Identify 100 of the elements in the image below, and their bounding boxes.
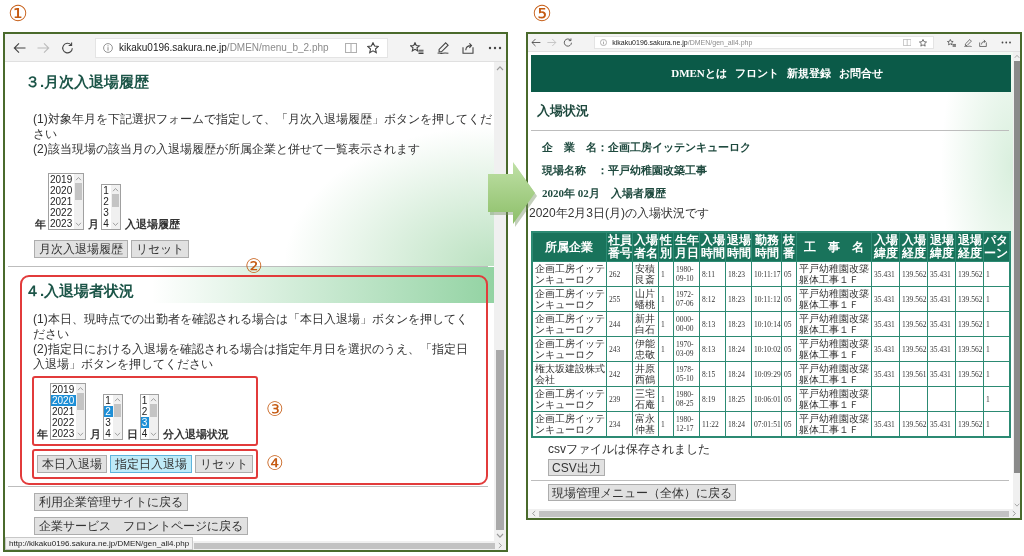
form-button[interactable]: リセット <box>195 455 253 473</box>
star-list-icon[interactable] <box>947 38 957 47</box>
scroll-down-icon[interactable] <box>150 432 158 437</box>
more-icon[interactable] <box>488 45 502 50</box>
nav-link[interactable]: フロント <box>734 67 779 80</box>
scroll-down-icon[interactable] <box>111 222 119 227</box>
book-icon[interactable] <box>345 42 357 53</box>
list-option[interactable]: 1 <box>140 395 150 406</box>
list-option[interactable]: 3 <box>140 417 150 428</box>
form-button[interactable]: 企業サービス フロントページに戻る <box>34 517 248 535</box>
scroll-down-icon[interactable] <box>113 432 121 437</box>
list-option[interactable]: 2020 <box>49 185 75 196</box>
scrollbar-thumb[interactable] <box>496 350 504 530</box>
pen-icon[interactable] <box>963 38 972 47</box>
info-icon[interactable] <box>103 42 113 53</box>
vertical-scrollbar[interactable] <box>494 62 506 541</box>
scrollbar-thumb[interactable] <box>111 194 119 208</box>
unit-label: 年 <box>37 428 48 440</box>
scrollbar-thumb[interactable] <box>539 510 1009 517</box>
nav-link[interactable]: お問合せ <box>838 67 883 80</box>
scroll-up-icon[interactable] <box>111 187 119 192</box>
scrollbar-thumb[interactable] <box>194 542 495 549</box>
star-icon[interactable] <box>919 38 928 47</box>
nav-link[interactable]: 新規登録 <box>786 67 831 80</box>
list-option[interactable]: 3 <box>102 207 111 218</box>
list-option[interactable]: 4 <box>140 428 150 439</box>
info-icon[interactable] <box>600 39 608 46</box>
list-option[interactable]: 4 <box>102 218 111 229</box>
scroll-up-icon[interactable] <box>75 176 83 181</box>
list-option[interactable]: 2021 <box>49 196 75 207</box>
pen-icon[interactable] <box>437 41 449 54</box>
list-option[interactable]: 2023 <box>49 218 75 229</box>
scrollbar-thumb[interactable] <box>113 404 121 418</box>
list-option[interactable]: 1 <box>104 395 113 406</box>
star-icon[interactable] <box>367 41 379 54</box>
list-option[interactable]: 2019 <box>49 174 75 185</box>
scroll-up-icon[interactable] <box>1013 54 1020 59</box>
list-option[interactable]: 2022 <box>49 207 75 218</box>
scroll-up-icon[interactable] <box>77 386 85 391</box>
back-button[interactable]: 現場管理メニュー（全体）に戻る <box>548 484 736 501</box>
list-scrollbar[interactable] <box>74 174 84 229</box>
form-button[interactable]: 指定日入退場 <box>110 455 192 473</box>
list-option[interactable]: 2021 <box>51 406 77 417</box>
scroll-up-icon[interactable] <box>496 65 504 71</box>
back-arrow-icon[interactable] <box>13 41 26 54</box>
scrollbar-thumb[interactable] <box>75 183 83 200</box>
list-option[interactable]: 2019 <box>51 384 77 395</box>
address-bar[interactable]: kikaku0196.sakura.ne.jp/DMEN/menu_b_2.php <box>95 37 388 58</box>
scroll-left-icon[interactable] <box>531 510 536 517</box>
form-button[interactable]: 本日入退場 <box>37 455 107 473</box>
form-button[interactable]: リセット <box>131 240 189 258</box>
list-scrollbar[interactable] <box>76 384 86 439</box>
list-option[interactable]: 2 <box>140 406 150 417</box>
scrollbar-thumb[interactable] <box>77 393 85 410</box>
star-list-icon[interactable] <box>410 41 424 54</box>
more-icon[interactable] <box>1000 41 1012 44</box>
list-box[interactable]: 1 2 3 4 <box>103 394 123 440</box>
list-box[interactable]: 1 2 3 4 <box>139 394 160 440</box>
list-option[interactable]: 2023 <box>51 428 77 439</box>
csv-button[interactable]: CSV出力 <box>548 459 605 476</box>
scroll-right-icon[interactable] <box>1012 510 1017 517</box>
list-option[interactable]: 2 <box>104 406 113 417</box>
list-scrollbar[interactable] <box>112 395 122 439</box>
list-box[interactable]: 2019 2020 2021 2022 2023 <box>48 173 85 230</box>
scroll-right-icon[interactable] <box>498 542 503 549</box>
list-option[interactable]: 2020 <box>51 395 77 406</box>
list-scrollbar[interactable] <box>149 395 159 439</box>
list-box[interactable]: 1 2 3 4 <box>101 184 121 230</box>
scroll-up-icon[interactable] <box>150 397 158 402</box>
list-scrollbar[interactable] <box>110 185 120 229</box>
step-number: ③ <box>266 399 284 419</box>
site-name-line: 現場名称 ：平戸幼稚園改築工事 <box>542 163 708 177</box>
section-heading: ３.月次入退場履歴 <box>25 72 151 92</box>
share-icon[interactable] <box>978 38 987 47</box>
form-button[interactable]: 利用企業管理サイトに戻る <box>34 493 188 511</box>
list-option[interactable]: 3 <box>104 417 113 428</box>
section-heading: ４.入退場者状況 <box>25 282 136 300</box>
form-button[interactable]: 月次入退場履歴 <box>34 240 128 258</box>
list-box[interactable]: 2019 2020 2021 2022 2023 <box>50 383 87 440</box>
column-header: 退場経度 <box>955 232 984 262</box>
nav-link[interactable]: DMENとは <box>671 67 727 80</box>
scroll-down-icon[interactable] <box>496 533 504 539</box>
book-icon[interactable] <box>902 39 912 46</box>
column-header: 入場時間 <box>699 232 726 262</box>
refresh-icon[interactable] <box>61 41 74 54</box>
back-arrow-icon[interactable] <box>531 38 541 47</box>
list-option[interactable]: 2022 <box>51 417 77 428</box>
refresh-icon[interactable] <box>562 38 573 47</box>
list-option[interactable]: 1 <box>102 185 111 196</box>
scrollbar-thumb[interactable] <box>150 404 158 418</box>
horizontal-scrollbar[interactable] <box>528 509 1020 518</box>
column-header: 所属企業 <box>531 232 607 262</box>
share-icon[interactable] <box>462 41 474 54</box>
url-text[interactable]: kikaku0196.sakura.ne.jp/DMEN/menu_b_2.php <box>119 41 329 54</box>
scroll-down-icon[interactable] <box>77 432 85 437</box>
list-option[interactable]: 4 <box>104 428 113 439</box>
scroll-up-icon[interactable] <box>113 397 121 402</box>
list-option[interactable]: 2 <box>102 196 111 207</box>
scroll-down-icon[interactable] <box>75 222 83 227</box>
scroll-down-icon[interactable] <box>1013 502 1020 507</box>
